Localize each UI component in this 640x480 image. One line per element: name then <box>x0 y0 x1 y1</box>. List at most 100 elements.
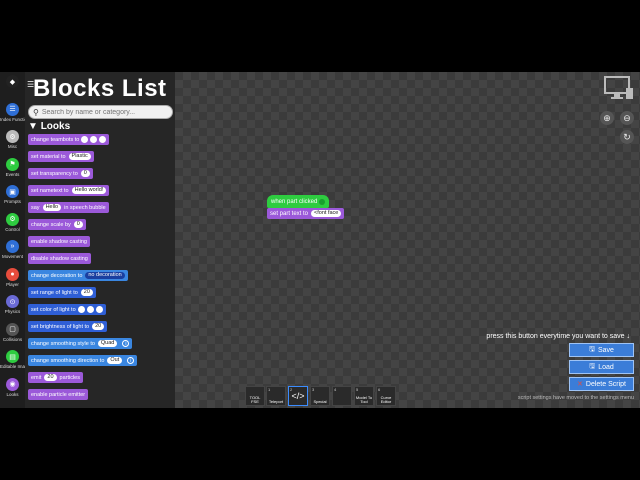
color-input-circle[interactable] <box>90 136 98 143</box>
palette-block[interactable]: set nametext to Hello world! <box>28 185 110 196</box>
block-suffix: particles <box>59 374 80 381</box>
block-label: disable shadow casting <box>31 255 88 262</box>
palette-block[interactable]: set material to Plastic <box>28 151 94 162</box>
block-label: set material to <box>31 153 66 160</box>
palette-block[interactable]: disable shadow casting <box>28 253 91 264</box>
block-label: enable particle emitter <box>31 391 86 398</box>
category-rail: ◆ ☰ Index Functions ⚙ Misc ⚑ Events ▣ Prompts ⚙ Co… <box>0 72 32 408</box>
block-label: set color of light to <box>31 306 76 313</box>
hotbar-slot[interactable]: 2 </> <box>288 386 308 406</box>
script-workspace[interactable]: when part clicked set part text to <font… <box>175 72 640 408</box>
palette-block[interactable]: change decoration to no decoration <box>28 270 128 281</box>
hotbar-slot[interactable]: 4 <box>332 386 352 406</box>
category-logo[interactable]: ◆ <box>0 75 25 88</box>
palette-block[interactable]: emit 20 particles <box>28 372 83 383</box>
color-input-circle[interactable] <box>95 306 103 313</box>
hotbar-slot[interactable]: 1 Teleport <box>266 386 286 406</box>
zoom-in-icon[interactable]: ⊕ <box>600 111 614 125</box>
block-input-pill[interactable]: Hello world! <box>71 187 107 194</box>
slot-label: </> <box>291 391 305 401</box>
category-label: Looks <box>6 391 19 397</box>
search-input[interactable] <box>41 108 162 116</box>
palette-block[interactable]: say Hello in speech bubble <box>28 202 109 213</box>
category-collisions[interactable]: ▢ Collisions <box>0 322 25 342</box>
slot-number: 6 <box>378 387 381 392</box>
category-movement[interactable]: » Movement <box>0 240 25 259</box>
palette-block[interactable]: set range of light to 20 <box>28 287 96 298</box>
flag-icon: ⚑ <box>6 157 19 171</box>
block-label: change smoothing style to <box>31 340 95 347</box>
save-icon: 🖫 <box>589 345 595 353</box>
block-input-pill[interactable]: 20 <box>92 323 105 330</box>
category-events[interactable]: ⚑ Events <box>0 157 25 177</box>
block-input-pill[interactable]: 20 <box>44 374 57 381</box>
palette-block[interactable]: set transparency to 0 <box>28 168 93 179</box>
when-part-clicked-block[interactable]: when part clicked <box>267 195 330 208</box>
block-dropdown-pill[interactable]: no decoration <box>85 272 125 279</box>
palette-block[interactable]: change teambots to <box>28 134 110 145</box>
load-button[interactable]: 🖫 Load <box>569 360 634 374</box>
hotbar-slot[interactable]: 6 Curve Editor <box>376 386 396 406</box>
palette-block[interactable]: enable particle emitter <box>28 389 89 400</box>
color-input-circle[interactable] <box>81 136 89 143</box>
block-input-pill[interactable]: 0 <box>73 221 83 228</box>
block-input-pill[interactable]: 20 <box>80 289 93 296</box>
window-icon: ▣ <box>6 185 19 198</box>
info-icon[interactable]: i <box>122 340 130 347</box>
delete-script-button[interactable]: ✕ Delete Script <box>569 377 634 391</box>
arrows-icon: » <box>6 240 19 253</box>
palette-block[interactable]: set color of light to <box>28 304 106 315</box>
text-input-pill[interactable]: <font face <box>311 210 342 217</box>
settings-moved-note: script settings have moved to the settin… <box>517 395 634 401</box>
delete-label: Delete Script <box>585 380 626 388</box>
search-bar[interactable]: ⚲ <box>28 105 173 119</box>
hotbar-slot[interactable]: 5 Model To Tool <box>354 386 374 406</box>
block-label: change decoration to <box>31 272 83 279</box>
floppy-icon: 🖫 <box>589 362 596 370</box>
category-control[interactable]: ⚙ Control <box>0 212 25 232</box>
block-input-pill[interactable]: Out <box>107 357 123 364</box>
category-looks[interactable]: ◉ Looks <box>0 377 25 397</box>
save-button[interactable]: 🖫 Save <box>569 343 634 357</box>
category-index-functions[interactable]: ☰ Index Functions <box>0 102 32 122</box>
block-input-pill[interactable]: Hello <box>42 204 62 211</box>
set-part-text-block[interactable]: set part text to <font face <box>267 208 345 219</box>
category-editable-images[interactable]: ▤ Editable Images <box>0 350 32 369</box>
block-label: set nametext to <box>31 187 69 194</box>
block-input-pill[interactable]: 0 <box>80 170 90 177</box>
block-input-pill[interactable]: Plastic <box>68 153 91 160</box>
image-icon: ▤ <box>6 350 19 363</box>
hotbar-slot[interactable]: TOOL FSE <box>245 386 265 406</box>
section-label: Looks <box>40 121 71 132</box>
gear-icon: ⚙ <box>6 130 19 143</box>
slot-label: Special <box>313 399 327 404</box>
screen: when part clicked set part text to <font… <box>0 72 640 408</box>
palette-block[interactable]: set brightness of light to 20 <box>28 321 108 332</box>
hotbar-slot[interactable]: 3 Special <box>310 386 330 406</box>
palette-block[interactable]: change smoothing style to Quad i <box>28 338 133 349</box>
category-misc[interactable]: ⚙ Misc <box>0 130 25 149</box>
category-player[interactable]: ● Player <box>0 267 25 287</box>
category-physics[interactable]: ⊙ Physics <box>0 295 25 314</box>
monitor-icon[interactable] <box>604 76 634 100</box>
section-header[interactable]: ▼ Looks <box>28 121 70 132</box>
color-input-circle[interactable] <box>77 306 85 313</box>
block-input-pill[interactable]: Quad <box>97 340 118 347</box>
info-icon <box>319 198 326 205</box>
info-icon[interactable]: i <box>127 357 135 364</box>
palette-block[interactable]: change scale by 0 <box>28 219 86 230</box>
gravity-icon: ⊙ <box>6 295 19 308</box>
palette-block[interactable]: change smoothing direction to Out i <box>28 355 138 366</box>
zoom-out-icon[interactable]: ⊖ <box>620 111 634 125</box>
color-input-circle[interactable] <box>99 136 107 143</box>
category-label: Physics <box>4 309 21 314</box>
palette-block[interactable]: enable shadow casting <box>28 236 90 247</box>
block-label: set brightness of light to <box>31 323 90 330</box>
block-label: enable shadow casting <box>31 238 87 245</box>
person-icon: ● <box>6 267 19 281</box>
x-icon: ✕ <box>577 381 583 388</box>
color-input-circle[interactable] <box>86 306 94 313</box>
category-prompts[interactable]: ▣ Prompts <box>0 185 25 204</box>
reset-zoom-icon[interactable]: ↻ <box>620 130 634 144</box>
block-label: change teambots to <box>31 136 80 143</box>
